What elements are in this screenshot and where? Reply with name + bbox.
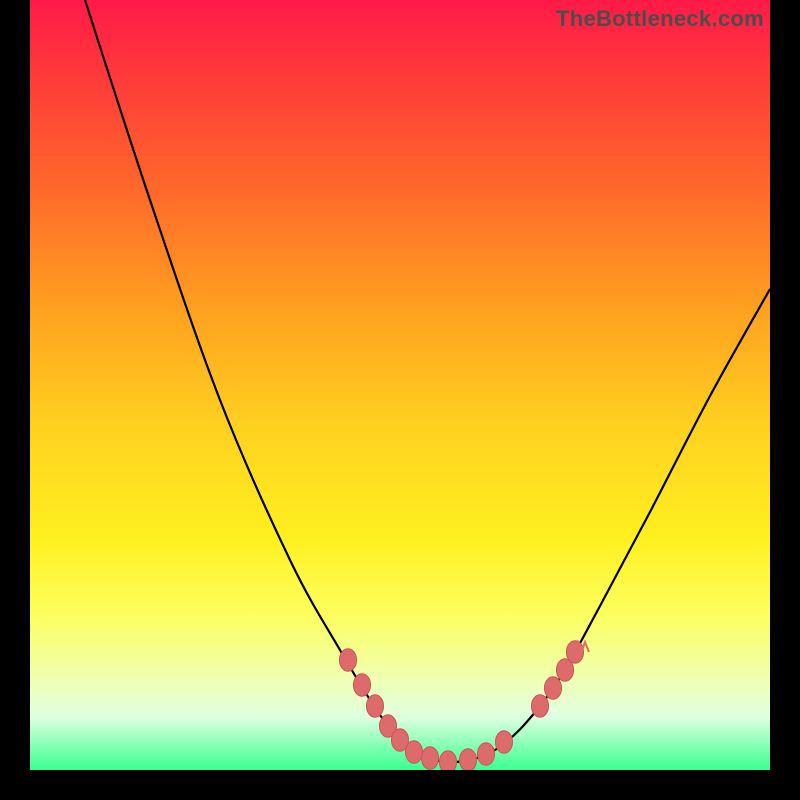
curve-marker bbox=[495, 731, 512, 754]
curve-marker bbox=[353, 674, 370, 697]
curve-marker bbox=[477, 743, 494, 766]
bottleneck-curve bbox=[85, 0, 770, 762]
curve-marker bbox=[459, 749, 476, 770]
curve-marker bbox=[339, 649, 356, 672]
curve-marker bbox=[421, 747, 438, 770]
curve-marker bbox=[544, 677, 561, 700]
watermark-text: TheBottleneck.com bbox=[556, 6, 764, 32]
chart-svg bbox=[30, 0, 770, 770]
chart-frame: TheBottleneck.com bbox=[0, 0, 800, 800]
curve-marker bbox=[439, 751, 456, 770]
curve-marker bbox=[531, 695, 548, 718]
curve-marker bbox=[366, 695, 383, 718]
curve-markers bbox=[339, 641, 583, 770]
curve-marker bbox=[405, 741, 422, 764]
chart-plot-area bbox=[30, 0, 770, 770]
